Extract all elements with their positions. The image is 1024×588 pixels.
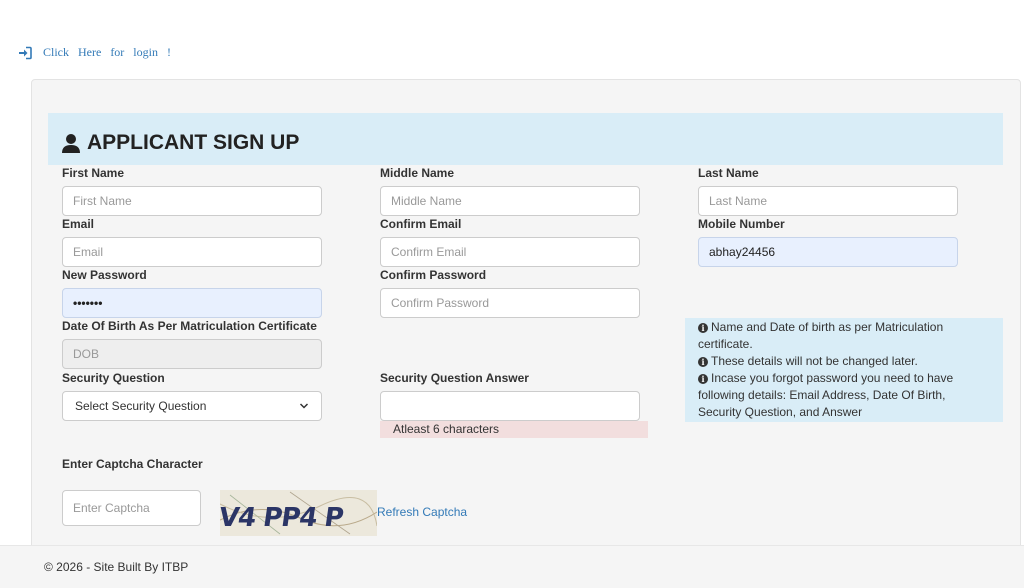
new-password-input[interactable] [62, 288, 322, 318]
chevron-down-icon [299, 403, 309, 409]
note-item: i Incase you forgot password you need to … [698, 371, 954, 419]
captcha-input[interactable] [62, 490, 201, 526]
info-icon: i [698, 374, 708, 384]
refresh-captcha-link[interactable]: Refresh Captcha [377, 505, 467, 519]
first-name-label: First Name [62, 166, 125, 180]
new-password-label: New Password [62, 268, 147, 282]
mobile-label: Mobile Number [698, 217, 785, 231]
info-note: i Name and Date of birth as per Matricula… [685, 318, 1003, 422]
confirm-email-label: Confirm Email [380, 217, 462, 231]
info-icon: i [698, 357, 708, 367]
user-icon [62, 134, 80, 153]
security-question-selected: Select Security Question [75, 399, 207, 413]
dob-label: Date Of Birth As Per Matriculation Certi… [62, 319, 317, 333]
login-link[interactable]: Click Here for login ! [18, 45, 171, 60]
captcha-label: Enter Captcha Character [62, 457, 203, 471]
footer: © 2026 - Site Built By ITBP [0, 545, 1024, 588]
security-answer-label: Security Question Answer [380, 371, 529, 385]
security-answer-hint: Atleast 6 characters [380, 421, 648, 438]
security-question-label: Security Question [62, 371, 165, 385]
page-title: APPLICANT SIGN UP [87, 131, 300, 154]
login-link-text: Click Here for login ! [43, 45, 171, 59]
security-answer-input[interactable] [380, 391, 640, 421]
confirm-password-input[interactable] [380, 288, 640, 318]
last-name-label: Last Name [698, 166, 759, 180]
middle-name-label: Middle Name [380, 166, 455, 180]
captcha-image: V4 PP4 P [220, 490, 377, 536]
confirm-email-input[interactable] [380, 237, 640, 267]
footer-copyright: © 2026 - Site Built By ITBP [44, 560, 189, 574]
sign-in-icon [19, 46, 32, 59]
note-item: i These details will not be changed later… [698, 353, 991, 370]
captcha-text: V4 PP4 P [220, 503, 346, 533]
last-name-input[interactable] [698, 186, 958, 216]
signup-heading: APPLICANT SIGN UP [48, 113, 1003, 165]
info-icon: i [698, 323, 708, 333]
security-question-select[interactable]: Select Security Question [62, 391, 322, 421]
email-label: Email [62, 217, 95, 231]
email-input[interactable] [62, 237, 322, 267]
note-item: i Name and Date of birth as per Matricula… [698, 320, 944, 351]
confirm-password-label: Confirm Password [380, 268, 487, 282]
first-name-input[interactable] [62, 186, 322, 216]
middle-name-input[interactable] [380, 186, 640, 216]
mobile-input[interactable] [698, 237, 958, 267]
dob-input[interactable] [62, 339, 322, 369]
